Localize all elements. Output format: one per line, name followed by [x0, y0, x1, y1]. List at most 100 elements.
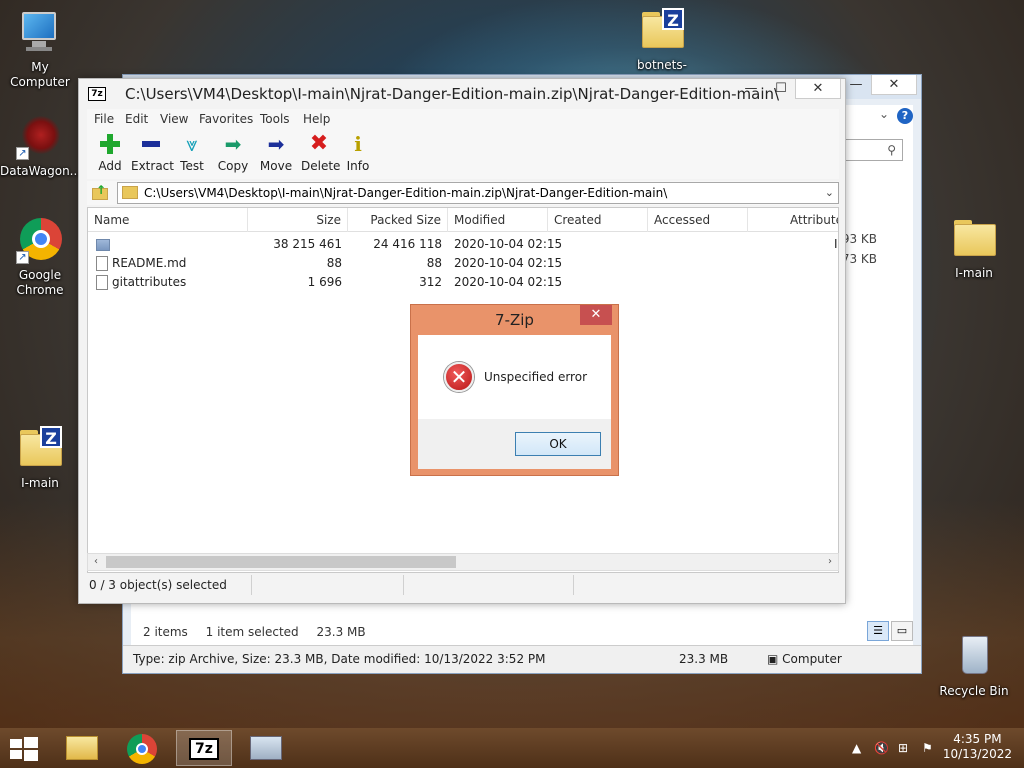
- desktop-icon-recycle-bin[interactable]: Recycle Bin: [934, 632, 1014, 699]
- recycle-bin-icon: [950, 632, 998, 680]
- copy-button[interactable]: ➡ Copy: [217, 133, 249, 173]
- taskbar: 7z ▲ 🔇 ⊞ ⚑ 4:35 PM 10/13/2022: [0, 728, 1024, 768]
- desktop-icon-i-main-zip[interactable]: Z I-main: [0, 424, 80, 491]
- clock[interactable]: 4:35 PM 10/13/2022: [943, 732, 1012, 762]
- extract-button[interactable]: Extract: [131, 133, 174, 173]
- info-icon: i: [354, 132, 362, 156]
- size-value: 73 KB: [841, 252, 877, 266]
- column-attributes[interactable]: Attribute: [784, 208, 838, 232]
- copy-arrow-icon: ➡: [224, 132, 242, 156]
- column-accessed[interactable]: Accessed: [648, 208, 748, 232]
- desktop-icon-datawagon[interactable]: ↗ DataWagon...: [0, 112, 82, 179]
- address-bar: ↑ C:\Users\VM4\Desktop\I-main\Njrat-Dang…: [87, 181, 839, 205]
- window-title: C:\Users\VM4\Desktop\I-main\Njrat-Danger…: [125, 85, 780, 103]
- info-button[interactable]: i Info: [345, 133, 371, 173]
- chevron-down-icon[interactable]: ⌄: [879, 107, 889, 121]
- scrollbar-thumb[interactable]: [106, 556, 456, 568]
- search-box[interactable]: ⚲: [841, 139, 903, 161]
- windows-start-icon[interactable]: [10, 737, 38, 761]
- dialog-body: ✕ Unspecified error OK: [418, 335, 611, 469]
- menu-tools[interactable]: Tools: [260, 109, 290, 129]
- move-button[interactable]: ➡ Move: [259, 133, 293, 173]
- shortcut-arrow-icon: ↗: [16, 147, 29, 160]
- taskbar-monitor-app[interactable]: [238, 730, 294, 766]
- up-folder-icon[interactable]: ↑: [91, 184, 109, 202]
- test-button[interactable]: ⩔ Test: [177, 133, 207, 173]
- virus-icon: ↗: [16, 112, 64, 160]
- error-icon: ✕: [444, 362, 474, 392]
- file-icon: [96, 275, 108, 290]
- explorer-bottom-bar: Type: zip Archive, Size: 23.3 MB, Date m…: [123, 645, 921, 673]
- desktop-icon-my-computer[interactable]: My Computer: [0, 8, 80, 90]
- 7zip-titlebar: 7z C:\Users\VM4\Desktop\I-main\Njrat-Dan…: [79, 79, 845, 107]
- maximize-button[interactable]: ☐: [769, 79, 793, 99]
- table-row[interactable]: 38 215 461 24 416 118 2020-10-04 02:15 I: [88, 235, 838, 254]
- column-modified[interactable]: Modified: [448, 208, 548, 232]
- delete-x-icon: ✖: [309, 131, 329, 156]
- horizontal-scrollbar[interactable]: ‹ ›: [87, 553, 839, 571]
- desktop-icon-label: I-main: [21, 476, 59, 490]
- close-button[interactable]: ✕: [795, 79, 841, 99]
- selection-count: 1 item selected: [205, 625, 299, 639]
- selection-status: 0 / 3 object(s) selected: [89, 578, 227, 592]
- desktop-icon-label: Google Chrome: [16, 268, 64, 297]
- desktop-icon-label: DataWagon...: [0, 164, 82, 178]
- help-icon[interactable]: ?: [897, 108, 913, 124]
- explorer-minimize-button[interactable]: —: [845, 75, 867, 95]
- explorer-close-button[interactable]: ✕: [871, 75, 917, 95]
- scroll-left-icon[interactable]: ‹: [88, 554, 104, 570]
- volume-muted-icon[interactable]: 🔇: [874, 728, 889, 768]
- computer-icon: [16, 8, 64, 56]
- move-arrow-icon: ➡: [267, 132, 285, 156]
- table-row[interactable]: README.md 88 88 2020-10-04 02:15: [88, 254, 838, 273]
- taskbar-7zip[interactable]: 7z: [176, 730, 232, 766]
- menu-help[interactable]: Help: [303, 109, 330, 129]
- details-view-icon[interactable]: ☰: [867, 621, 889, 641]
- action-center-icon[interactable]: ⚑: [922, 728, 933, 768]
- minimize-button[interactable]: —: [739, 79, 763, 99]
- folder-icon: [122, 186, 138, 199]
- error-dialog: 7-Zip ✕ ✕ Unspecified error OK: [410, 304, 619, 476]
- column-created[interactable]: Created: [548, 208, 648, 232]
- zip-folder-icon: Z: [638, 6, 686, 54]
- folder-icon: [96, 239, 110, 251]
- dropdown-arrow-icon[interactable]: ⌄: [825, 183, 834, 203]
- performance-monitor-icon: [250, 736, 282, 760]
- plus-icon: [98, 133, 122, 155]
- menu-favorites[interactable]: Favorites: [199, 109, 253, 129]
- add-button[interactable]: Add: [95, 133, 125, 173]
- zip-folder-icon: Z: [16, 424, 64, 472]
- taskbar-file-explorer[interactable]: [54, 730, 110, 766]
- file-explorer-icon: [66, 736, 98, 760]
- dialog-close-button[interactable]: ✕: [580, 305, 612, 325]
- scroll-right-icon[interactable]: ›: [822, 554, 838, 570]
- explorer-status: 2 items 1 item selected 23.3 MB: [143, 625, 380, 639]
- column-size[interactable]: Size: [248, 208, 348, 232]
- taskbar-chrome[interactable]: [114, 730, 170, 766]
- ok-button[interactable]: OK: [515, 432, 601, 456]
- desktop-icon-google-chrome[interactable]: ↗ Google Chrome: [0, 216, 80, 298]
- address-path: C:\Users\VM4\Desktop\I-main\Njrat-Danger…: [144, 186, 668, 200]
- column-packed-size[interactable]: Packed Size: [348, 208, 448, 232]
- shortcut-arrow-icon: ↗: [16, 251, 29, 264]
- toolbar: Add Extract ⩔ Test ➡ Copy ➡ Move ✖ Delet…: [87, 129, 839, 179]
- desktop-icon-i-main-folder[interactable]: I-main: [934, 214, 1014, 281]
- column-name[interactable]: Name: [88, 208, 248, 232]
- address-input[interactable]: C:\Users\VM4\Desktop\I-main\Njrat-Danger…: [117, 182, 839, 204]
- delete-button[interactable]: ✖ Delete: [301, 131, 340, 174]
- chrome-icon: ↗: [16, 216, 64, 264]
- menu-bar: File Edit View Favorites Tools Help: [87, 109, 839, 129]
- large-icons-view-icon[interactable]: ▭: [891, 621, 913, 641]
- menu-edit[interactable]: Edit: [125, 109, 148, 129]
- file-info: Type: zip Archive, Size: 23.3 MB, Date m…: [133, 652, 546, 666]
- network-icon[interactable]: ⊞: [898, 728, 908, 768]
- tray-overflow-icon[interactable]: ▲: [852, 728, 861, 768]
- menu-view[interactable]: View: [160, 109, 188, 129]
- file-size: 23.3 MB: [679, 652, 729, 666]
- size-value: 93 KB: [841, 232, 877, 246]
- table-row[interactable]: gitattributes 1 696 312 2020-10-04 02:15: [88, 273, 838, 292]
- menu-file[interactable]: File: [94, 109, 114, 129]
- test-chevron-icon: ⩔: [186, 132, 198, 156]
- 7zip-logo-icon: 7z: [88, 87, 106, 101]
- location: ▣ Computer: [767, 652, 842, 666]
